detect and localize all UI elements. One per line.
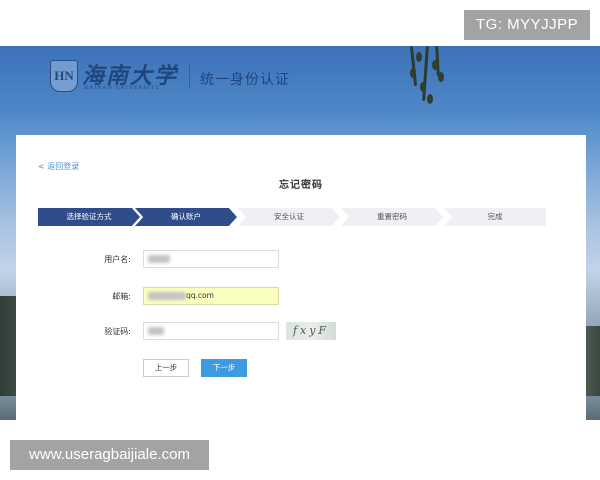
redacted-captcha-entry (148, 327, 164, 335)
step-reset-password: 重置密码 (341, 208, 443, 226)
step-select-method: 选择验证方式 (38, 208, 140, 226)
email-suffix: qq.com (186, 291, 214, 300)
header-divider (189, 64, 190, 88)
system-title: 统一身份认证 (200, 72, 290, 88)
step-confirm-account: 确认账户 (135, 208, 237, 226)
email-label: 邮箱: (112, 292, 131, 301)
next-step-button[interactable]: 下一步 (201, 359, 247, 377)
captcha-image[interactable]: fxyF (286, 322, 336, 340)
forgot-password-card: < 返回登录 忘记密码 选择验证方式 确认账户 安全认证 重置密码 完成 用户名… (16, 135, 586, 421)
step-security-verification: 安全认证 (238, 208, 340, 226)
previous-step-button[interactable]: 上一步 (143, 359, 189, 377)
redacted-username (148, 255, 170, 263)
tg-watermark-badge: TG: MYYJJPP (464, 10, 590, 40)
username-label: 用户名: (104, 255, 131, 264)
captcha-input[interactable] (143, 322, 279, 340)
email-input[interactable]: qq.com (143, 287, 279, 305)
step-complete: 完成 (444, 208, 546, 226)
university-logo-icon: HN (50, 60, 78, 92)
back-to-login-link[interactable]: < 返回登录 (38, 161, 79, 172)
university-name-en: HAINAN UNIVERSITY (84, 85, 161, 91)
page-title: 忘记密码 (279, 180, 323, 191)
progress-steps: 选择验证方式 确认账户 安全认证 重置密码 完成 (38, 208, 551, 226)
url-watermark-badge: www.useragbaijiale.com (10, 440, 209, 470)
captcha-label: 验证码: (104, 327, 131, 336)
redacted-email (148, 292, 186, 300)
username-input[interactable] (143, 250, 279, 268)
